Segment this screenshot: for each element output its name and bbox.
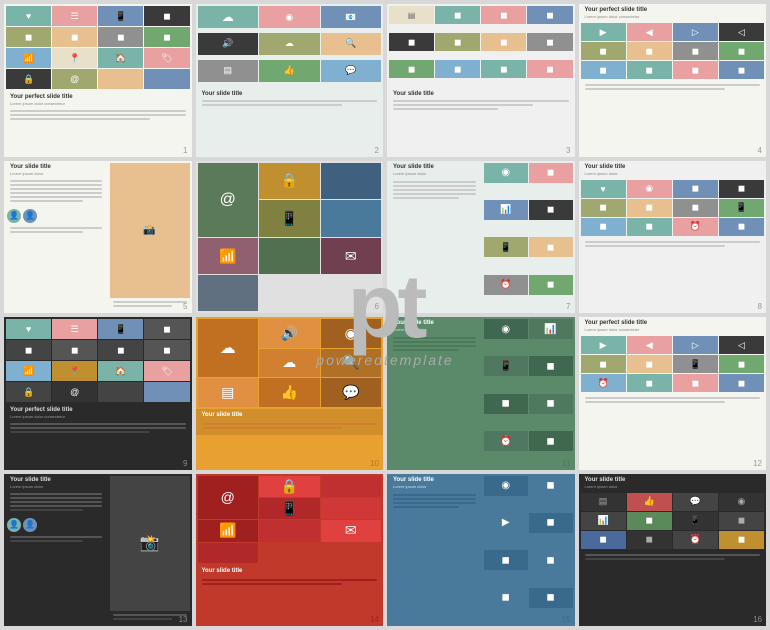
slide-7-num: 7 bbox=[566, 302, 570, 311]
slide-9-title: Your perfect slide title bbox=[7, 406, 189, 414]
slide-thumb-1[interactable]: ♥ ☰ 📱 ◼ ◼ ◼ ◼ ◼ 📶 📍 🏠 🏷 🔒 @ Your perfect… bbox=[4, 4, 192, 157]
slide-8-num: 8 bbox=[758, 302, 762, 311]
slide-16-title: Your slide title bbox=[582, 476, 764, 484]
slide-3-num: 3 bbox=[566, 146, 570, 155]
slide-thumb-16[interactable]: Your slide title Lorem ipsum dolor ▤ 👍 💬… bbox=[579, 474, 767, 627]
slide-grid: ♥ ☰ 📱 ◼ ◼ ◼ ◼ ◼ 📶 📍 🏠 🏷 🔒 @ Your perfect… bbox=[0, 0, 770, 630]
slide-11-title: Your slide title bbox=[390, 319, 479, 327]
slide-12-num: 12 bbox=[753, 459, 762, 468]
slide-14-title: Your slide title bbox=[199, 567, 381, 575]
slide-thumb-3[interactable]: ▤ ◼ ◼ ◼ ◼ ◼ ◼ ◼ ◼ ◼ ◼ ◼ Your slide title bbox=[387, 4, 575, 157]
slide-6-num: 6 bbox=[375, 302, 379, 311]
slide-4-title: Your perfect slide title bbox=[582, 6, 764, 14]
slide-thumb-11[interactable]: Your slide title Lorem ipsum dolor ◉ 📊 📱… bbox=[387, 317, 575, 470]
slide-thumb-6[interactable]: @ 🔒 📱 📶 ✉ 6 bbox=[196, 161, 384, 314]
slide-4-subtitle: Lorem ipsum dolor consectetur bbox=[582, 14, 764, 19]
slide-12-title: Your perfect slide title bbox=[582, 319, 764, 327]
slide-16-num: 16 bbox=[753, 615, 762, 624]
slide-thumb-13[interactable]: Your slide title Lorem ipsum dolor 👤 👤 bbox=[4, 474, 192, 627]
slide-5-title: Your slide title bbox=[7, 163, 105, 171]
slide-1-subtitle: Lorem ipsum dolor consectetur bbox=[7, 101, 189, 106]
slide-thumb-7[interactable]: Your slide title Lorem ipsum dolor ◉ ◼ 📊… bbox=[387, 161, 575, 314]
slide-7-title: Your slide title bbox=[390, 163, 479, 171]
slide-thumb-15[interactable]: Your slide title Lorem ipsum dolor ◉ ◼ ▶… bbox=[387, 474, 575, 627]
slide-thumb-2[interactable]: ☁ ◉ 📧 🔊 ☁ 🔍 ▤ 👍 💬 Your slide title 2 bbox=[196, 4, 384, 157]
slide-1-num: 1 bbox=[183, 146, 187, 155]
slide-15-num: 15 bbox=[562, 615, 571, 624]
slide-15-title: Your slide title bbox=[390, 476, 479, 484]
slide-2-title: Your slide title bbox=[199, 90, 381, 98]
slide-4-num: 4 bbox=[758, 146, 762, 155]
slide-1-title: Your perfect slide title bbox=[7, 93, 189, 101]
slide-thumb-9[interactable]: ♥ ☰ 📱 ◼ ◼ ◼ ◼ ◼ 📶 📍 🏠 🏷 🔒 @ Your perfect… bbox=[4, 317, 192, 470]
slide-2-num: 2 bbox=[375, 146, 379, 155]
slide-5-num: 5 bbox=[183, 302, 187, 311]
slide-13-title: Your slide title bbox=[7, 476, 105, 484]
slide-thumb-12[interactable]: Your perfect slide title Lorem ipsum dol… bbox=[579, 317, 767, 470]
slide-8-title: Your slide title bbox=[582, 163, 764, 171]
slide-13-num: 13 bbox=[179, 615, 188, 624]
slide-10-num: 10 bbox=[370, 459, 379, 468]
slide-thumb-8[interactable]: Your slide title Lorem ipsum dolor ♥ ◉ ◼… bbox=[579, 161, 767, 314]
slide-thumb-5[interactable]: Your slide title Lorem ipsum dolor 👤 👤 bbox=[4, 161, 192, 314]
slide-3-title: Your slide title bbox=[390, 90, 572, 98]
slide-11-num: 11 bbox=[562, 459, 570, 468]
slide-14-num: 14 bbox=[370, 615, 379, 624]
slide-thumb-4[interactable]: Your perfect slide title Lorem ipsum dol… bbox=[579, 4, 767, 157]
slide-thumb-14[interactable]: @ 🔒 📱 📶 ✉ Your slide title bbox=[196, 474, 384, 627]
slide-10-title: Your slide title bbox=[199, 411, 381, 419]
slide-thumb-10[interactable]: ☁ 🔊 ◉ ☁ 🔍 ▤ 👍 💬 Your slide title 10 bbox=[196, 317, 384, 470]
slide-9-num: 9 bbox=[183, 459, 187, 468]
